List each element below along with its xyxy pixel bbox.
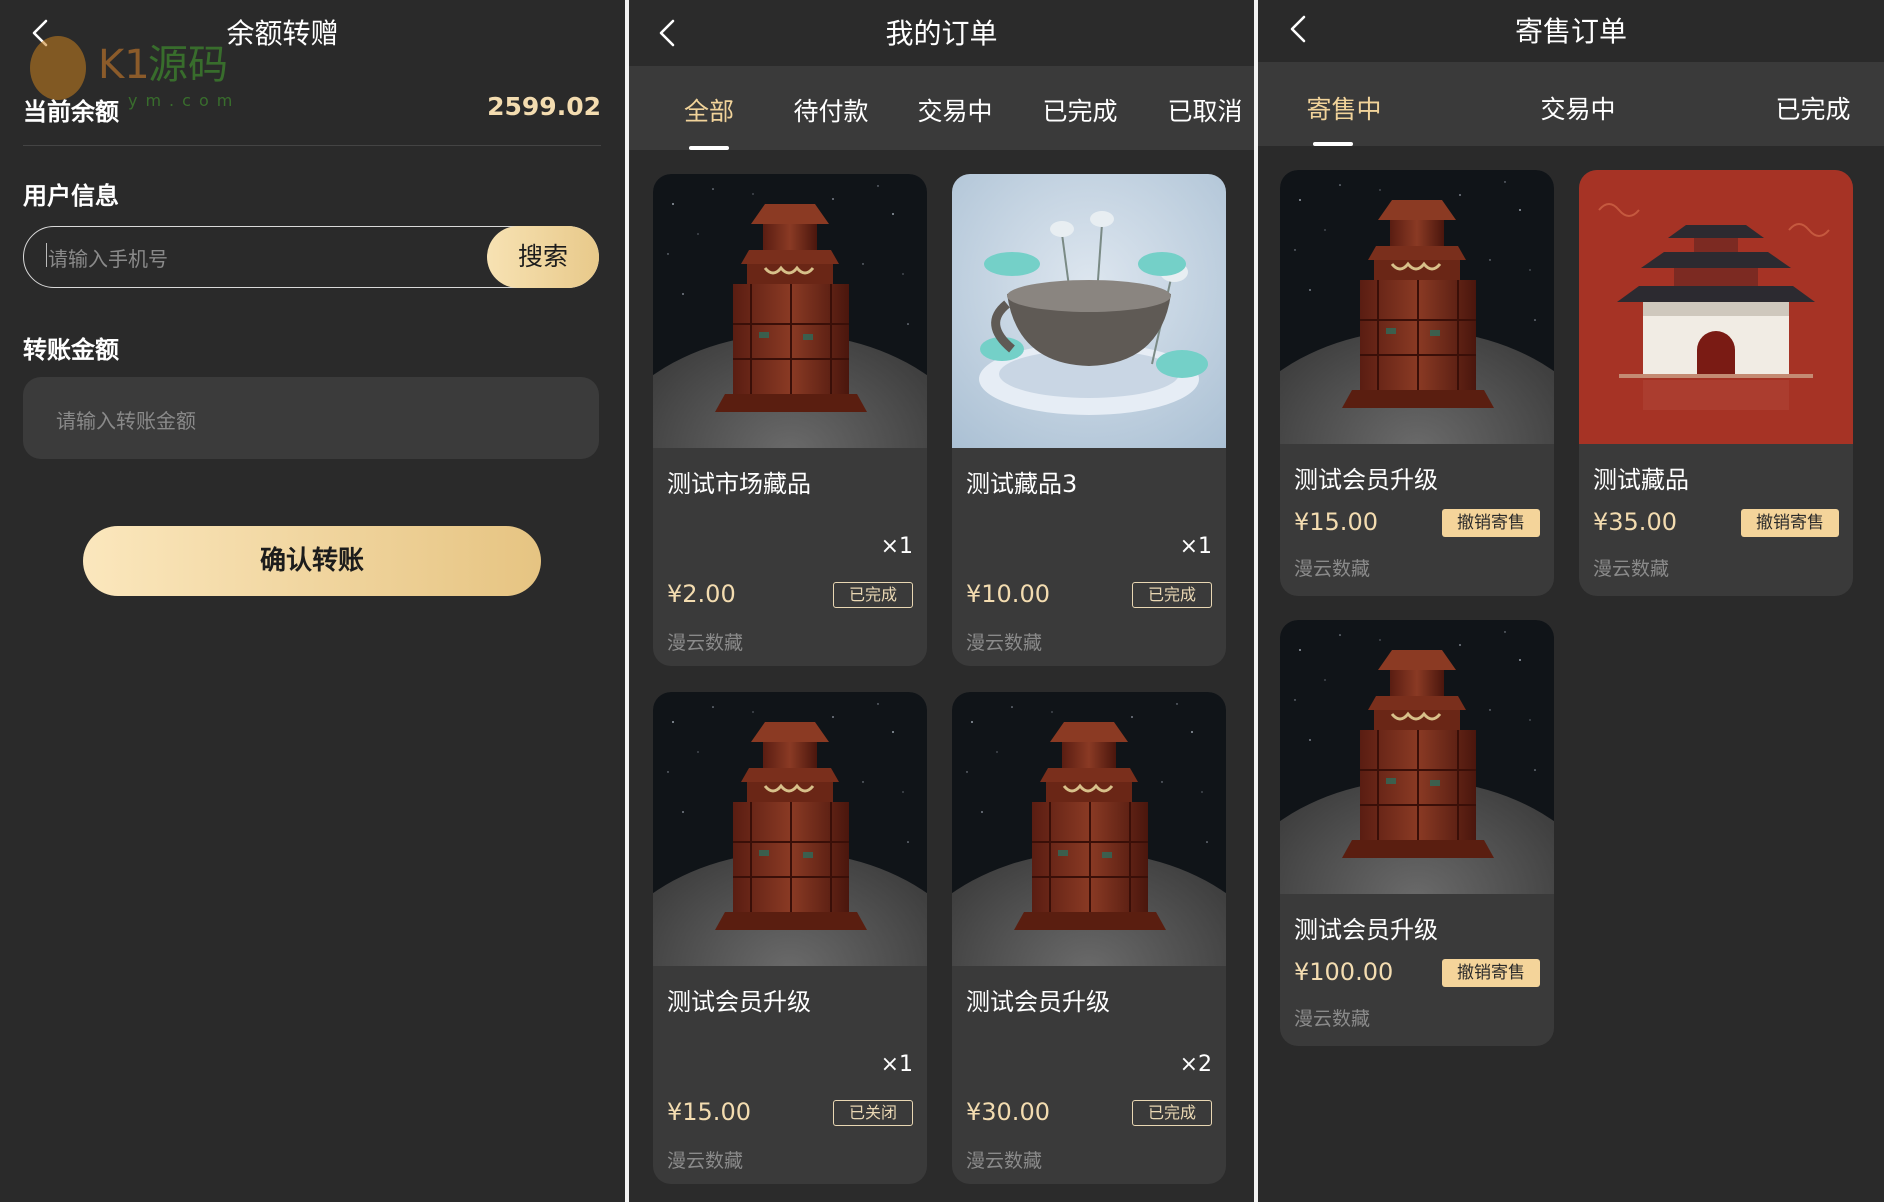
active-tab-underline — [689, 146, 729, 150]
product-name: 测试会员升级 — [1294, 466, 1438, 494]
price: ¥15.00 — [1294, 508, 1378, 536]
quantity: ×1 — [880, 534, 913, 559]
tab-completed[interactable]: 已完成 — [1030, 92, 1130, 128]
product-name: 测试藏品3 — [966, 470, 1078, 498]
order-card[interactable]: 测试会员升级 ×2 ¥30.00 已完成 漫云数藏 — [952, 692, 1226, 1184]
quantity: ×1 — [880, 1052, 913, 1077]
orders-panel: 我的订单 全部 待付款 交易中 已完成 已取消 测试市场藏品 ×1 ¥2.00 … — [629, 0, 1254, 1202]
status-badge: 已完成 — [833, 582, 913, 608]
balance-label: 当前余额 — [23, 98, 119, 126]
orders-header: 我的订单 — [629, 0, 1254, 66]
price: ¥100.00 — [1294, 958, 1394, 986]
transfer-panel: 余额转赠 K1 源码 ym.com 当前余额 2599.02 用户信息 请输入手… — [0, 0, 625, 1202]
phone-placeholder: 请输入手机号 — [48, 247, 168, 271]
amount-input[interactable]: 请输入转账金额 — [23, 377, 599, 459]
page-title: 寄售订单 — [1514, 15, 1627, 48]
status-badge: 已完成 — [1132, 1100, 1212, 1126]
amount-placeholder: 请输入转账金额 — [56, 409, 196, 433]
consign-panel: 寄售订单 寄售中 交易中 已完成 测试会员升级 ¥15.00 撤销寄售 漫云数藏… — [1258, 0, 1884, 1202]
brand-name: 漫云数藏 — [1593, 558, 1670, 580]
order-card[interactable]: 测试会员升级 ×1 ¥15.00 已关闭 漫云数藏 — [653, 692, 927, 1184]
svg-text:ym.com: ym.com — [128, 91, 238, 110]
brand-name: 漫云数藏 — [966, 1150, 1043, 1172]
order-card[interactable]: 测试藏品3 ×1 ¥10.00 已完成 漫云数藏 — [952, 174, 1226, 666]
order-card[interactable]: 测试市场藏品 ×1 ¥2.00 已完成 漫云数藏 — [653, 174, 927, 666]
user-info-label: 用户信息 — [23, 182, 119, 210]
tab-completed[interactable]: 已完成 — [1763, 90, 1863, 126]
page-title: 余额转赠 — [226, 17, 339, 50]
divider — [23, 145, 601, 146]
product-name: 测试会员升级 — [966, 988, 1110, 1016]
product-image-pavilion — [1280, 170, 1554, 444]
tab-cancelled[interactable]: 已取消 — [1155, 92, 1254, 128]
consign-card[interactable]: 测试会员升级 ¥15.00 撤销寄售 漫云数藏 — [1280, 170, 1554, 596]
price: ¥10.00 — [966, 580, 1050, 608]
tab-pending-payment[interactable]: 待付款 — [781, 92, 881, 128]
tab-trading[interactable]: 交易中 — [905, 92, 1005, 128]
product-image-palace — [1579, 170, 1853, 444]
price: ¥15.00 — [667, 1098, 751, 1126]
confirm-transfer-button[interactable]: 确认转账 — [83, 526, 541, 596]
product-image-pavilion — [653, 174, 927, 448]
consign-tabs: 寄售中 交易中 已完成 — [1258, 62, 1884, 146]
phone-input[interactable]: 请输入手机号 搜索 — [23, 226, 599, 288]
product-name: 测试会员升级 — [1294, 916, 1438, 944]
page-title: 我的订单 — [885, 17, 998, 50]
status-badge: 已关闭 — [833, 1100, 913, 1126]
quantity: ×1 — [1179, 534, 1212, 559]
text-caret — [46, 243, 47, 267]
tab-all[interactable]: 全部 — [669, 92, 749, 128]
quantity: ×2 — [1179, 1052, 1212, 1077]
brand-name: 漫云数藏 — [667, 632, 744, 654]
price: ¥2.00 — [667, 580, 736, 608]
product-name: 测试市场藏品 — [667, 470, 811, 498]
product-image-pavilion — [653, 692, 927, 966]
brand-name: 漫云数藏 — [966, 632, 1043, 654]
brand-name: 漫云数藏 — [667, 1150, 744, 1172]
consign-card[interactable]: 测试会员升级 ¥100.00 撤销寄售 漫云数藏 — [1280, 620, 1554, 1046]
product-name: 测试藏品 — [1593, 466, 1689, 494]
price: ¥35.00 — [1593, 508, 1677, 536]
cancel-consign-button[interactable]: 撤销寄售 — [1442, 959, 1540, 987]
product-image-pavilion — [1280, 620, 1554, 894]
consign-header: 寄售订单 — [1258, 0, 1884, 62]
active-tab-underline — [1313, 142, 1353, 146]
status-badge: 已完成 — [1132, 582, 1212, 608]
amount-label: 转账金额 — [23, 336, 119, 364]
product-name: 测试会员升级 — [667, 988, 811, 1016]
tab-trading[interactable]: 交易中 — [1528, 90, 1628, 126]
product-image-lotus — [952, 174, 1226, 448]
brand-name: 漫云数藏 — [1294, 1008, 1371, 1030]
balance-value: 2599.02 — [487, 92, 601, 121]
cancel-consign-button[interactable]: 撤销寄售 — [1442, 509, 1540, 537]
consign-card[interactable]: 测试藏品 ¥35.00 撤销寄售 漫云数藏 — [1579, 170, 1853, 596]
order-tabs: 全部 待付款 交易中 已完成 已取消 — [629, 66, 1254, 150]
cancel-consign-button[interactable]: 撤销寄售 — [1741, 509, 1839, 537]
tab-consigning[interactable]: 寄售中 — [1294, 90, 1394, 126]
price: ¥30.00 — [966, 1098, 1050, 1126]
brand-name: 漫云数藏 — [1294, 558, 1371, 580]
product-image-pavilion — [952, 692, 1226, 966]
transfer-header: 余额转赠 — [0, 0, 625, 66]
search-button[interactable]: 搜索 — [487, 226, 599, 288]
